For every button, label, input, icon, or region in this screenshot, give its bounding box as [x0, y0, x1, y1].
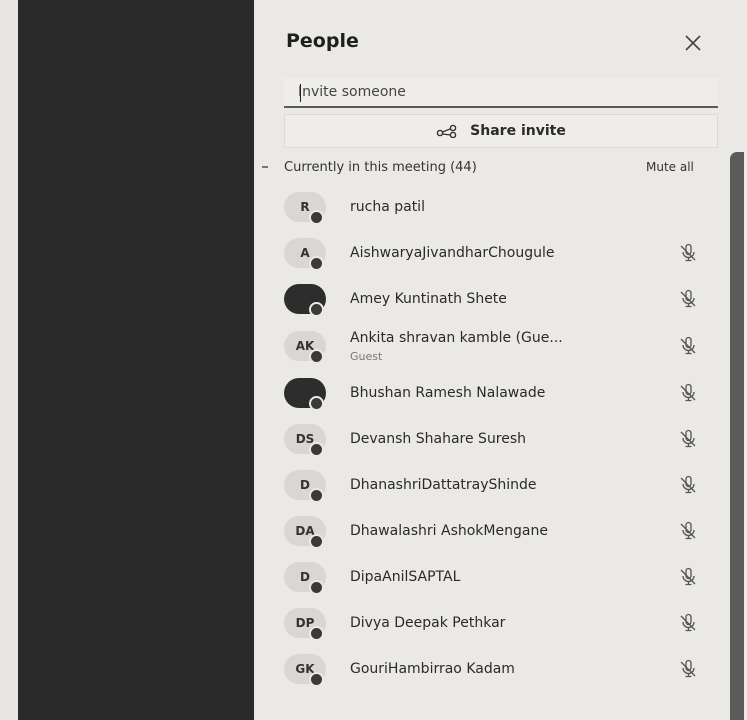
avatar: A [284, 238, 326, 271]
avatar: R [284, 192, 326, 225]
presence-dot [309, 210, 324, 225]
presence-dot [309, 256, 324, 271]
avatar: DP [284, 608, 326, 641]
mic-muted-icon[interactable] [678, 659, 698, 679]
scrollbar[interactable] [730, 152, 744, 720]
participant-name: Ankita shravan kamble (Gue... [350, 330, 563, 346]
participant-row[interactable]: D DhanashriDattatrayShinde [254, 462, 730, 508]
participant-role: Guest [350, 350, 383, 363]
participant-row[interactable]: Rrucha patil [254, 184, 730, 230]
mic-muted-icon[interactable] [678, 613, 698, 633]
mic-muted-icon[interactable] [678, 289, 698, 309]
participant-name: DhanashriDattatrayShinde [350, 477, 537, 493]
share-icon [436, 124, 457, 138]
presence-dot [309, 396, 324, 411]
participant-name: Amey Kuntinath Shete [350, 291, 507, 307]
avatar [284, 284, 326, 317]
avatar [284, 378, 326, 411]
invite-input[interactable] [284, 78, 718, 108]
participant-name: rucha patil [350, 199, 425, 215]
mic-muted-icon[interactable] [678, 243, 698, 263]
avatar: DS [284, 424, 326, 457]
mute-all-button[interactable]: Mute all [646, 160, 694, 174]
participant-name: DipaAnilSAPTAL [350, 569, 461, 585]
mic-muted-icon[interactable] [678, 521, 698, 541]
mic-muted-icon[interactable] [678, 383, 698, 403]
collapse-icon[interactable] [262, 166, 268, 168]
section-title: Currently in this meeting (44) [284, 159, 477, 175]
share-invite-button[interactable]: Share invite [284, 114, 718, 148]
panel-title: People [286, 30, 359, 52]
text-caret [300, 84, 301, 102]
participant-row[interactable]: DS Devansh Shahare Suresh [254, 416, 730, 462]
participant-name: Bhushan Ramesh Nalawade [350, 385, 546, 401]
participant-name: GouriHambirrao Kadam [350, 661, 515, 677]
participant-row[interactable]: AK Ankita shravan kamble (Gue... Guest [254, 322, 730, 370]
participant-row[interactable]: Amey Kuntinath Shete [254, 276, 730, 322]
participant-row[interactable]: Bhushan Ramesh Nalawade [254, 370, 730, 416]
participant-name: Dhawalashri AshokMengane [350, 523, 548, 539]
presence-dot [309, 626, 324, 641]
participant-row[interactable]: A AishwaryaJivandharChougule [254, 230, 730, 276]
participant-name: Divya Deepak Pethkar [350, 615, 506, 631]
share-invite-label: Share invite [470, 123, 566, 139]
mic-muted-icon[interactable] [678, 475, 698, 495]
avatar: D [284, 470, 326, 503]
mic-muted-icon[interactable] [678, 567, 698, 587]
participant-row[interactable]: DA Dhawalashri AshokMengane [254, 508, 730, 554]
participant-row[interactable]: GK GouriHambirrao Kadam [254, 646, 730, 692]
participant-row[interactable]: D DipaAnilSAPTAL [254, 554, 730, 600]
participant-list: Rrucha patil A AishwaryaJivandharChougule A… [254, 184, 730, 692]
mic-muted-icon[interactable] [678, 336, 698, 356]
avatar-initials: D [300, 478, 310, 492]
people-panel: People Share invite Currently in this me… [254, 0, 747, 720]
avatar-initials: A [300, 246, 310, 260]
mic-muted-icon[interactable] [678, 429, 698, 449]
meeting-stage [18, 0, 254, 720]
presence-dot [309, 672, 324, 687]
presence-dot [309, 534, 324, 549]
participant-name: Devansh Shahare Suresh [350, 431, 527, 447]
avatar: GK [284, 654, 326, 687]
participant-row[interactable]: DP Divya Deepak Pethkar [254, 600, 730, 646]
avatar: AK [284, 331, 326, 364]
presence-dot [309, 580, 324, 595]
presence-dot [309, 302, 324, 317]
presence-dot [309, 488, 324, 503]
avatar: D [284, 562, 326, 595]
avatar: DA [284, 516, 326, 549]
avatar-initials: D [300, 570, 310, 584]
left-edge [0, 0, 18, 720]
presence-dot [309, 442, 324, 457]
presence-dot [309, 349, 324, 364]
participant-name: AishwaryaJivandharChougule [350, 245, 555, 261]
avatar-initials: R [300, 200, 310, 214]
close-icon[interactable] [682, 32, 704, 54]
